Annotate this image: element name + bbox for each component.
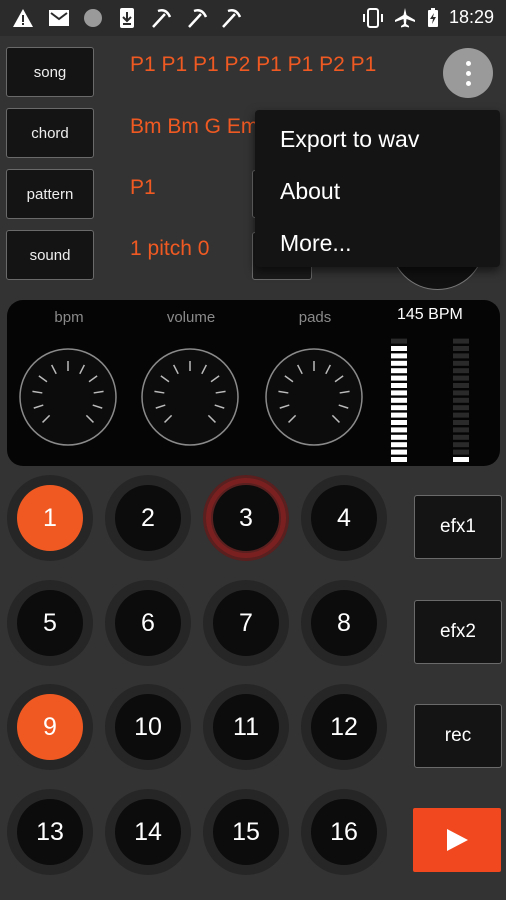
battery-charging-icon [428,8,438,27]
pad-12[interactable]: 12 [301,684,387,770]
pads-label: pads [298,309,332,326]
pad-label: 6 [115,590,181,656]
mail-icon [49,10,69,26]
menu-item-about[interactable]: About [280,178,340,205]
bpm-display: 145 BPM [397,306,463,323]
pad-label: 7 [213,590,279,656]
pad-5[interactable]: 5 [7,580,93,666]
chord-button[interactable]: chord [6,108,94,158]
song-button[interactable]: song [6,47,94,97]
rec-button[interactable]: rec [414,704,502,768]
chord-sequence[interactable]: Bm Bm G Em [130,115,258,139]
pad-label: 3 [213,485,279,551]
level-meter-left [391,338,407,462]
pad-14[interactable]: 14 [105,789,191,875]
pad-15[interactable]: 15 [203,789,289,875]
menu-item-export-wav[interactable]: Export to wav [280,126,419,153]
pad-label: 9 [17,694,83,760]
dot [465,80,471,86]
pad-11[interactable]: 11 [203,684,289,770]
warning-icon [13,9,33,27]
pad-label: 13 [17,799,83,865]
pad-label: 2 [115,485,181,551]
sound-button[interactable]: sound [6,230,94,280]
pad-9[interactable]: 9 [7,684,93,770]
pad-label: 8 [311,590,377,656]
pad-3[interactable]: 3 [203,475,289,561]
dot [465,60,471,66]
airplane-icon [395,8,415,28]
pattern-value[interactable]: P1 [130,176,156,200]
level-meter-right [453,338,469,462]
pad-7[interactable]: 7 [203,580,289,666]
pad-label: 12 [311,694,377,760]
vibrate-icon [363,8,383,28]
pickaxe-icon [188,9,208,28]
pad-13[interactable]: 13 [7,789,93,875]
pads-knob[interactable] [264,347,364,447]
download-icon [120,8,134,28]
efx2-button[interactable]: efx2 [414,600,502,664]
clock: 18:29 [448,7,494,27]
overflow-menu: Export to wav About More... [255,110,500,267]
pickaxe-icon [152,9,172,28]
song-sequence[interactable]: P1 P1 P1 P2 P1 P1 P2 P1 [130,53,376,77]
bpm-knob[interactable] [18,347,118,447]
volume-label: volume [166,309,216,326]
pad-label: 4 [311,485,377,551]
pad-2[interactable]: 2 [105,475,191,561]
pad-label: 10 [115,694,181,760]
pad-label: 5 [17,590,83,656]
play-button[interactable] [413,808,501,872]
pad-4[interactable]: 4 [301,475,387,561]
pad-1[interactable]: 1 [7,475,93,561]
pad-8[interactable]: 8 [301,580,387,666]
pad-label: 1 [17,485,83,551]
play-icon [447,829,468,851]
pad-6[interactable]: 6 [105,580,191,666]
pattern-button[interactable]: pattern [6,169,94,219]
pad-label: 16 [311,799,377,865]
volume-knob[interactable] [140,347,240,447]
pad-label: 14 [115,799,181,865]
sound-value[interactable]: 1 pitch 0 [130,237,209,261]
bpm-label: bpm [54,309,84,326]
circle-icon [84,9,102,27]
pad-10[interactable]: 10 [105,684,191,770]
overflow-menu-button[interactable] [443,48,493,98]
menu-item-more[interactable]: More... [280,230,352,257]
control-panel: bpm volume pads 145 BPM [7,300,500,466]
pickaxe-icon [222,9,242,28]
pad-label: 15 [213,799,279,865]
status-bar: 18:29 [0,0,506,36]
efx1-button[interactable]: efx1 [414,495,502,559]
dot [465,70,471,76]
pad-16[interactable]: 16 [301,789,387,875]
pad-label: 11 [213,694,279,760]
